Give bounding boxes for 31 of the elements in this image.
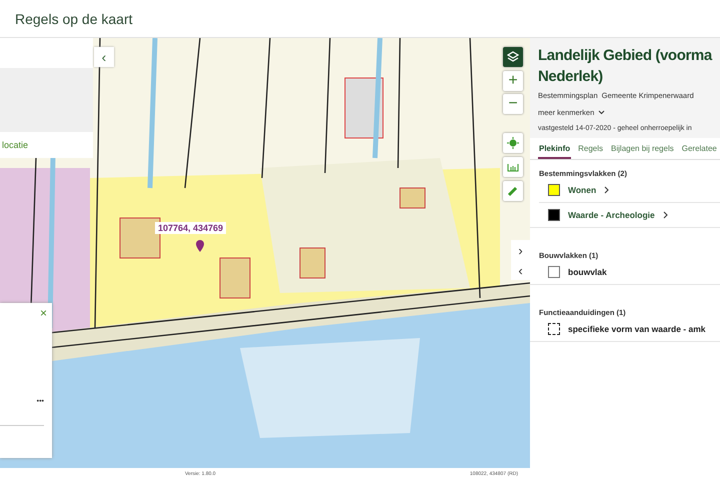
tab[interactable]: Regels xyxy=(577,142,604,159)
collapse-panel-button[interactable]: ‹ xyxy=(511,260,530,280)
zoom-in-button[interactable]: + xyxy=(503,71,523,91)
zoom-out-button[interactable]: − xyxy=(503,94,523,114)
locate-button[interactable] xyxy=(503,133,523,153)
collapse-button[interactable]: ‹ xyxy=(94,47,114,67)
legend-label: bouwvlak xyxy=(568,267,607,277)
layers-icon xyxy=(507,51,519,63)
legend-link[interactable]: Wonen xyxy=(568,185,596,195)
pencil-icon xyxy=(507,185,519,197)
coordinate-label: 107764, 434769 xyxy=(155,222,226,234)
draw-button[interactable] xyxy=(503,181,523,201)
crosshair-icon xyxy=(507,137,519,149)
tab[interactable]: Plekinfo xyxy=(538,142,572,159)
plan-title: Landelijk Gebied (voorma xyxy=(538,46,714,66)
close-button[interactable]: × xyxy=(40,306,47,320)
layers-button[interactable] xyxy=(503,47,523,67)
chevron-down-icon xyxy=(598,110,606,115)
legend-link[interactable]: Waarde - Archeologie xyxy=(568,210,655,220)
tab[interactable]: Bijlagen bij regels xyxy=(610,142,675,159)
ruler-icon xyxy=(507,162,519,172)
chevron-right-icon xyxy=(604,186,610,194)
legend-label: specifieke vorm van waarde - amk xyxy=(568,324,706,334)
map-pin-icon xyxy=(196,240,204,252)
page-title: Regels op de kaart xyxy=(15,10,133,26)
location-link[interactable]: locatie xyxy=(0,132,93,150)
plan-title: Nederlek) xyxy=(538,67,604,87)
tab[interactable]: Gerelatee xyxy=(680,142,718,159)
chevron-right-icon xyxy=(662,211,668,219)
expand-button[interactable]: › xyxy=(511,240,530,260)
measure-button[interactable] xyxy=(503,157,523,177)
